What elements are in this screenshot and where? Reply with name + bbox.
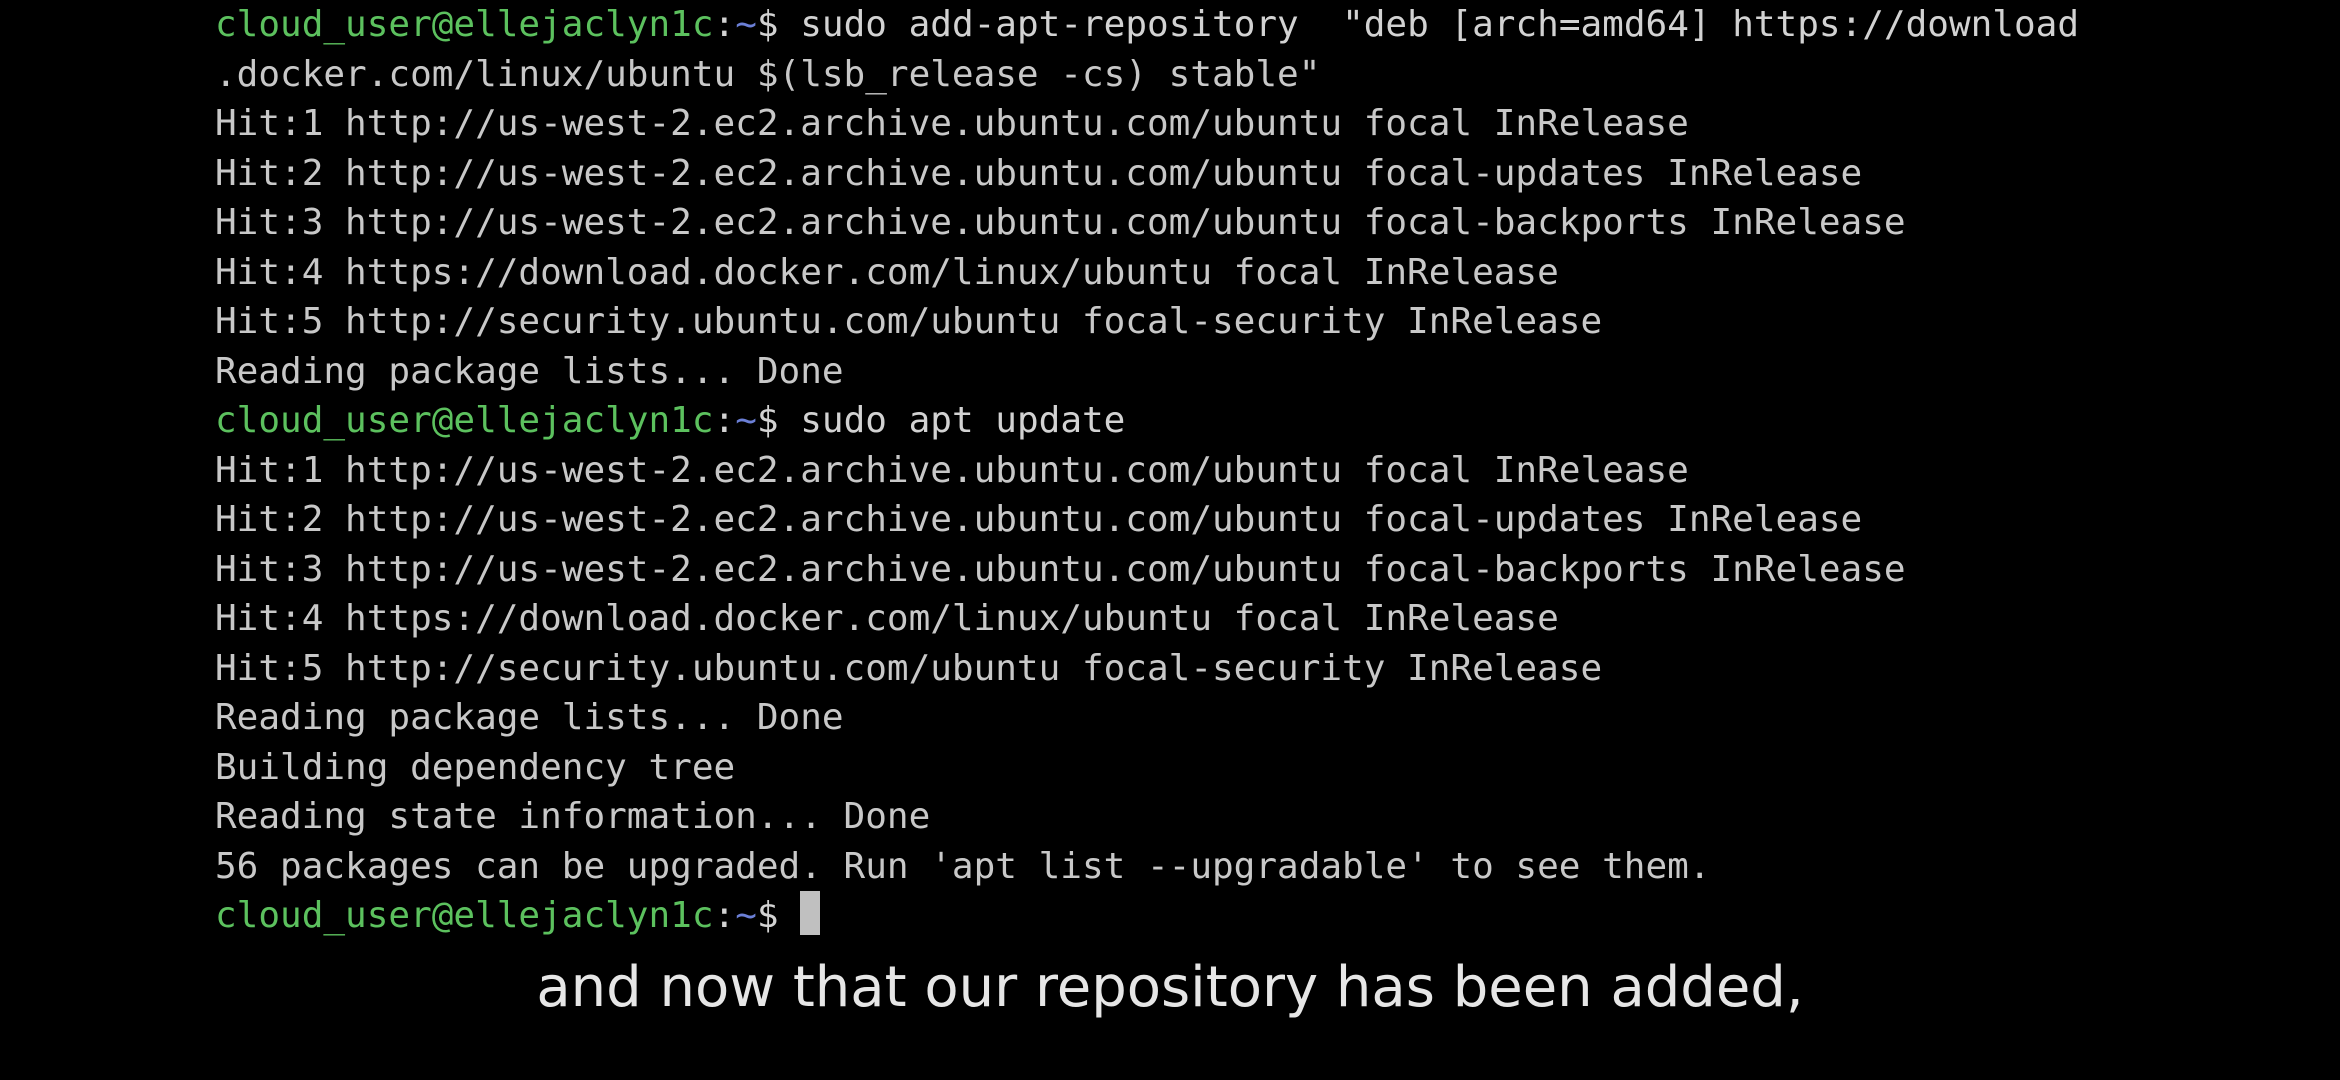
terminal-output: cloud_user@ellejaclyn1c:~$ sudo add-apt-…: [215, 0, 2315, 941]
terminal-output-line: Hit:4 https://download.docker.com/linux/…: [215, 251, 1559, 293]
terminal-output-line: Hit:4 https://download.docker.com/linux/…: [215, 598, 1559, 639]
terminal-window[interactable]: cloud_user@ellejaclyn1c:~$ sudo add-apt-…: [0, 0, 2340, 940]
terminal-output-line: Hit:1 http://us-west-2.ec2.archive.ubunt…: [215, 103, 1689, 144]
terminal-output-line: Hit:5 http://security.ubuntu.com/ubuntu …: [215, 301, 1603, 342]
prompt-colon: :: [713, 400, 736, 441]
terminal-output-line: Reading state information... Done: [215, 796, 931, 837]
prompt-path: ~: [735, 895, 757, 936]
terminal-prompt-line: cloud_user@ellejaclyn1c:~$ sudo add-apt-…: [215, 0, 2315, 50]
terminal-command: sudo apt update: [800, 400, 1126, 441]
terminal-output-line: Hit:2 http://us-west-2.ec2.archive.ubunt…: [215, 499, 1863, 540]
terminal-command: sudo add-apt-repository "deb [arch=amd64…: [800, 4, 2079, 45]
prompt-user-host: cloud_user@ellejaclyn1c: [215, 895, 714, 936]
prompt-colon: :: [713, 4, 736, 45]
prompt-colon: :: [713, 895, 736, 936]
terminal-output-line: Reading package lists... Done: [215, 697, 844, 738]
terminal-prompt-line: cloud_user@ellejaclyn1c:~$: [215, 891, 2315, 941]
prompt-symbol: $: [756, 895, 801, 936]
prompt-path: ~: [735, 400, 757, 441]
terminal-output-line: Hit:3 http://us-west-2.ec2.archive.ubunt…: [215, 548, 1906, 590]
prompt-user-host: cloud_user@ellejaclyn1c: [215, 4, 714, 45]
terminal-prompt-line: cloud_user@ellejaclyn1c:~$ sudo apt upda…: [215, 396, 2315, 446]
terminal-output-line: Hit:3 http://us-west-2.ec2.archive.ubunt…: [215, 202, 1906, 243]
prompt-user-host: cloud_user@ellejaclyn1c: [215, 400, 714, 441]
terminal-output-line: 56 packages can be upgraded. Run 'apt li…: [215, 845, 1711, 887]
terminal-output-line: Hit:2 http://us-west-2.ec2.archive.ubunt…: [215, 152, 1863, 194]
video-caption: and now that our repository has been add…: [536, 955, 1804, 1020]
terminal-cursor[interactable]: [800, 891, 821, 935]
terminal-output-line: Reading package lists... Done: [215, 350, 844, 392]
prompt-symbol: $: [756, 4, 801, 45]
prompt-symbol: $: [756, 400, 801, 441]
terminal-output-line: Building dependency tree: [215, 746, 736, 788]
terminal-output-line: Hit:5 http://security.ubuntu.com/ubuntu …: [215, 647, 1603, 689]
prompt-path: ~: [735, 4, 757, 45]
terminal-output-line: .docker.com/linux/ubuntu $(lsb_release -…: [215, 53, 1321, 95]
terminal-output-line: Hit:1 http://us-west-2.ec2.archive.ubunt…: [215, 449, 1689, 491]
